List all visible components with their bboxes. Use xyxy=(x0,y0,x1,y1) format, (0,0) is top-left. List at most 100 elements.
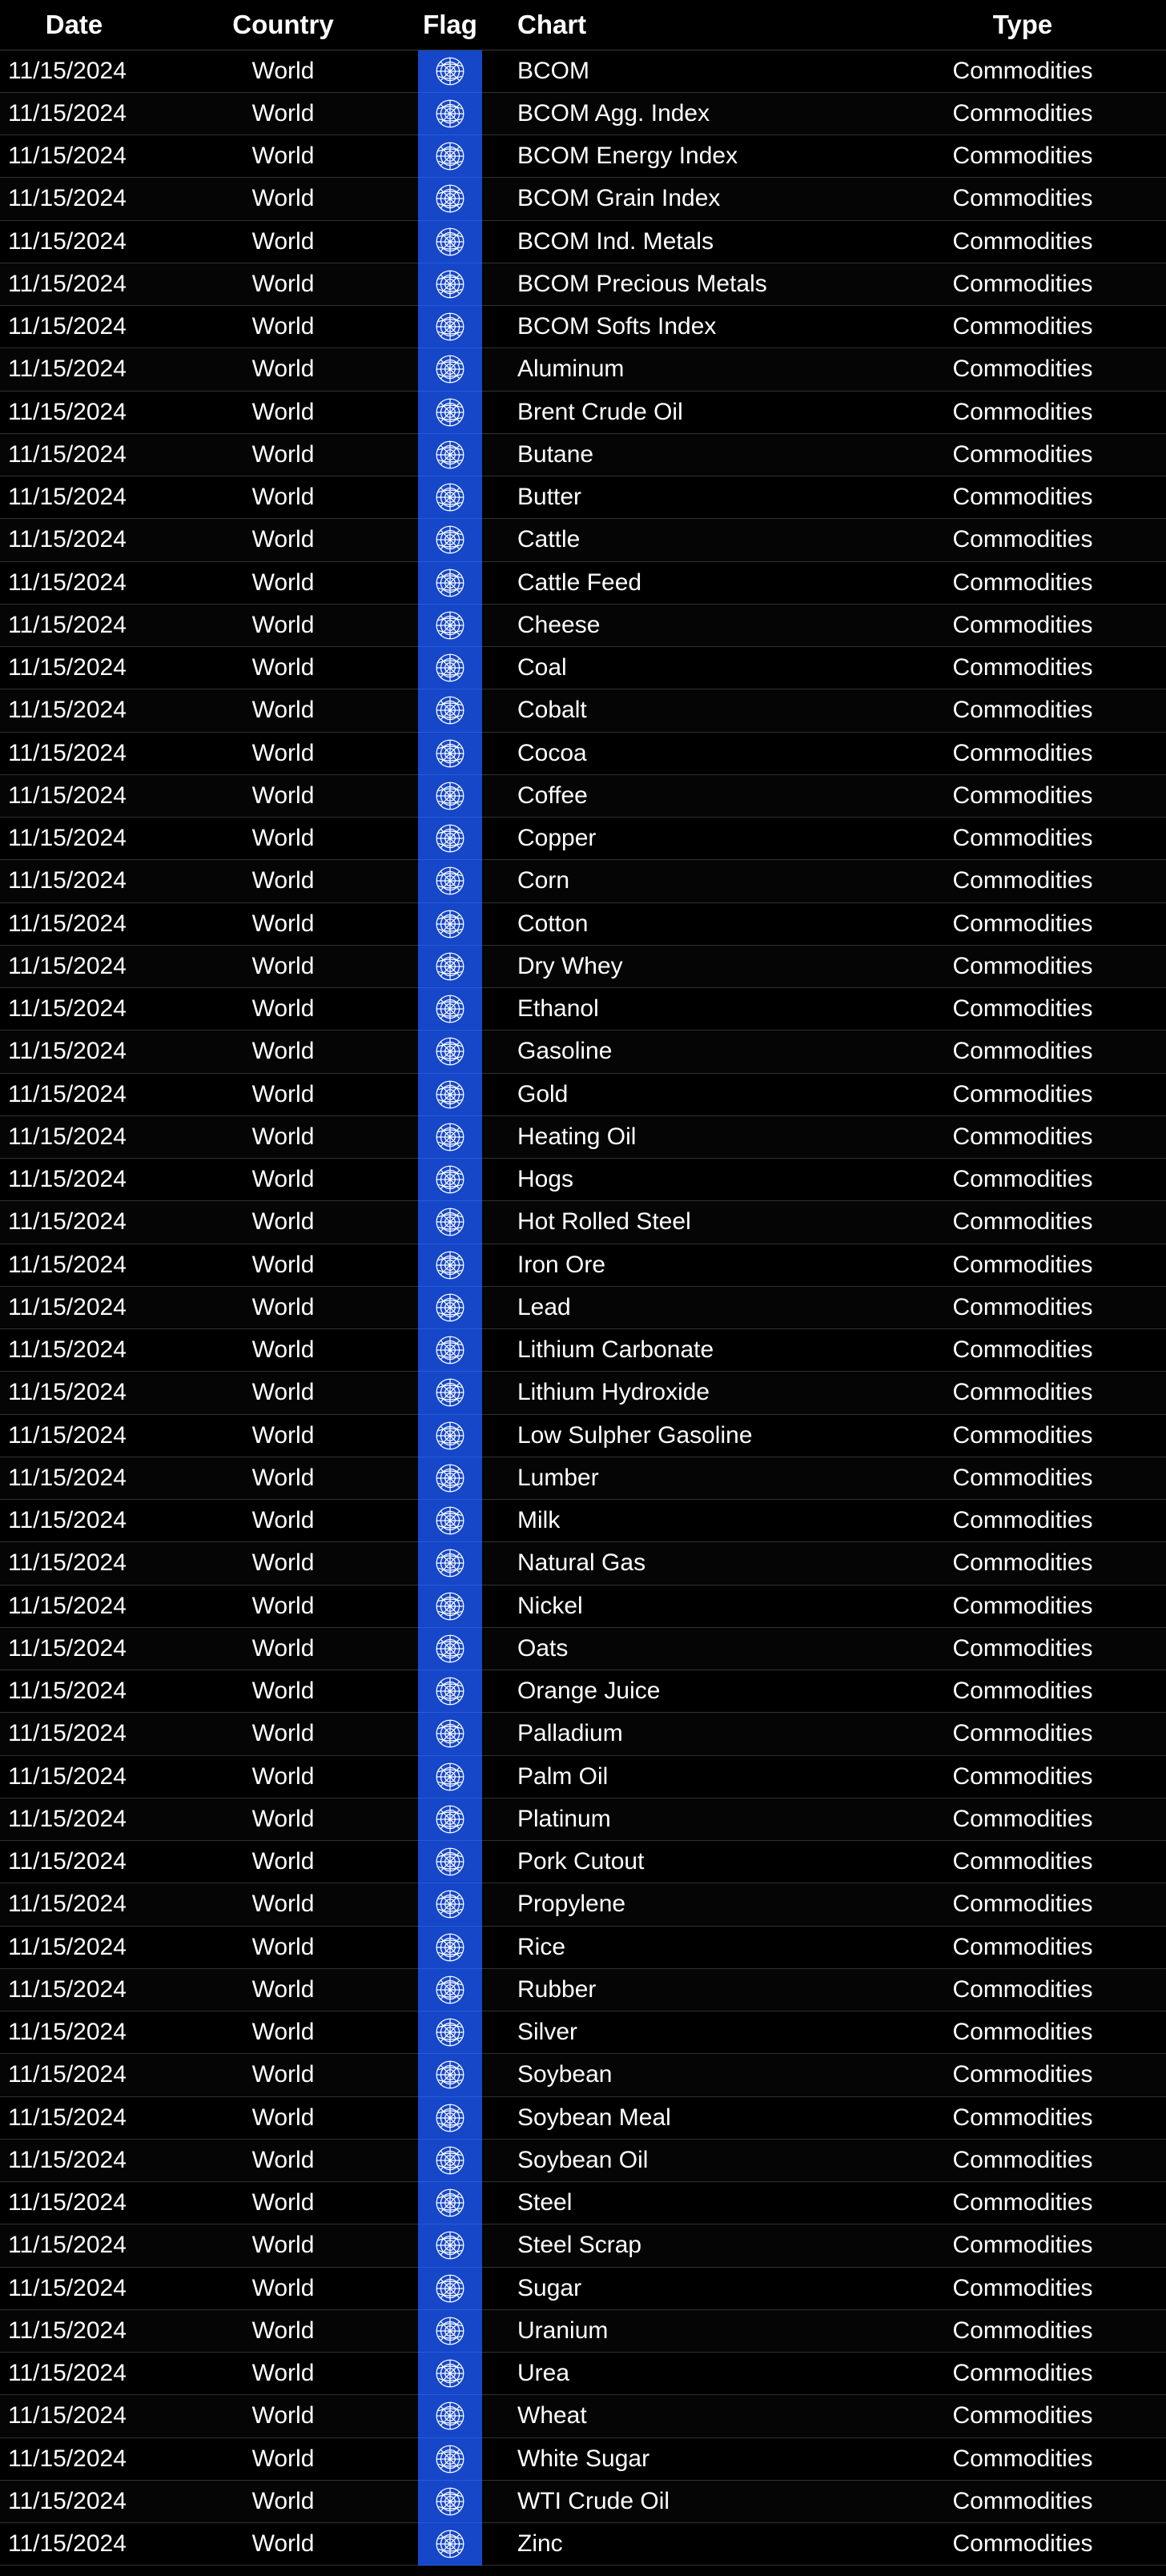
cell-date: 11/15/2024 xyxy=(0,1073,148,1116)
table-row: 11/15/2024 World Hot Rolled Steel Commod… xyxy=(0,1200,1166,1244)
table-row: 11/15/2024 World Soybean Meal Commoditie… xyxy=(0,2096,1166,2140)
cell-type: Commodities xyxy=(879,2267,1166,2310)
cell-flag xyxy=(418,945,482,989)
cell-country: World xyxy=(148,732,418,775)
table-row: 11/15/2024 World Coal Commodities xyxy=(0,646,1166,690)
cell-chart: Butter xyxy=(482,476,879,520)
un-world-emblem-icon xyxy=(436,312,464,341)
cell-chart: Palm Oil xyxy=(482,1755,879,1798)
table-row: 11/15/2024 World Lumber Commodities xyxy=(0,1457,1166,1501)
cell-type: Commodities xyxy=(879,987,1166,1031)
un-world-emblem-icon xyxy=(436,99,464,128)
table-row: 11/15/2024 World Aluminum Commodities xyxy=(0,348,1166,392)
cell-country: World xyxy=(148,1585,418,1628)
cell-chart: Hot Rolled Steel xyxy=(482,1200,879,1244)
un-world-emblem-icon xyxy=(436,1549,464,1577)
cell-flag xyxy=(418,1158,482,1202)
un-world-emblem-icon xyxy=(436,525,464,554)
table-row: 11/15/2024 World Cocoa Commodities xyxy=(0,732,1166,775)
cell-type: Commodities xyxy=(879,1244,1166,1287)
cell-type: Commodities xyxy=(879,1414,1166,1457)
cell-date: 11/15/2024 xyxy=(0,689,148,733)
cell-chart: White Sugar xyxy=(482,2437,879,2481)
table-row: 11/15/2024 World Propylene Commodities xyxy=(0,1883,1166,1927)
cell-date: 11/15/2024 xyxy=(0,220,148,263)
un-world-emblem-icon xyxy=(436,1464,464,1493)
table-row: 11/15/2024 World Pork Cutout Commodities xyxy=(0,1840,1166,1884)
cell-type: Commodities xyxy=(879,1158,1166,1202)
table-row: 11/15/2024 World BCOM Agg. Index Commodi… xyxy=(0,92,1166,136)
cell-date: 11/15/2024 xyxy=(0,177,148,221)
cell-chart: Soybean xyxy=(482,2053,879,2097)
cell-type: Commodities xyxy=(879,604,1166,648)
cell-country: World xyxy=(148,1840,418,1884)
cell-country: World xyxy=(148,92,418,136)
cell-date: 11/15/2024 xyxy=(0,1585,148,1628)
header-chart: Chart xyxy=(482,0,879,50)
cell-type: Commodities xyxy=(879,2011,1166,2055)
un-world-emblem-icon xyxy=(436,1378,464,1407)
cell-type: Commodities xyxy=(879,1030,1166,1074)
cell-flag xyxy=(418,1670,482,1714)
cell-type: Commodities xyxy=(879,2437,1166,2481)
cell-chart: Cheese xyxy=(482,604,879,648)
cell-country: World xyxy=(148,2480,418,2524)
table-row: 11/15/2024 World Zinc Commodities xyxy=(0,2522,1166,2566)
table-row: 11/15/2024 World Cheese Commodities xyxy=(0,604,1166,648)
cell-country: World xyxy=(148,2309,418,2353)
cell-chart: Sugar xyxy=(482,2267,879,2310)
table-row: 11/15/2024 World Copper Commodities xyxy=(0,817,1166,861)
un-world-emblem-icon xyxy=(436,483,464,512)
cell-chart: Zinc xyxy=(482,2522,879,2566)
cell-country: World xyxy=(148,561,418,605)
header-type: Type xyxy=(879,0,1166,50)
cell-date: 11/15/2024 xyxy=(0,2437,148,2481)
table-row: 11/15/2024 World Silver Commodities xyxy=(0,2011,1166,2055)
cell-flag xyxy=(418,348,482,392)
table-row: 11/15/2024 World Cobalt Commodities xyxy=(0,689,1166,733)
table-row: 11/15/2024 World Steel Scrap Commodities xyxy=(0,2224,1166,2268)
cell-country: World xyxy=(148,2394,418,2438)
table-row: 11/15/2024 World Cotton Commodities xyxy=(0,902,1166,946)
cell-chart: Corn xyxy=(482,859,879,903)
table-row: 11/15/2024 World Ethanol Commodities xyxy=(0,987,1166,1031)
cell-country: World xyxy=(148,1541,418,1585)
cell-flag xyxy=(418,92,482,136)
un-world-emblem-icon xyxy=(436,1592,464,1621)
cell-date: 11/15/2024 xyxy=(0,1286,148,1330)
table-row: 11/15/2024 World BCOM Commodities xyxy=(0,50,1166,93)
cell-type: Commodities xyxy=(879,1798,1166,1842)
cell-flag xyxy=(418,305,482,349)
cell-flag xyxy=(418,2309,482,2353)
cell-type: Commodities xyxy=(879,1883,1166,1927)
cell-date: 11/15/2024 xyxy=(0,476,148,520)
cell-chart: BCOM Precious Metals xyxy=(482,263,879,307)
cell-flag xyxy=(418,177,482,221)
un-world-emblem-icon xyxy=(436,1293,464,1322)
cell-country: World xyxy=(148,1968,418,2012)
cell-flag xyxy=(418,1798,482,1842)
table-row: 11/15/2024 World Sugar Commodities xyxy=(0,2267,1166,2310)
cell-flag xyxy=(418,1926,482,1969)
cell-chart: Lithium Carbonate xyxy=(482,1328,879,1372)
cell-chart: Urea xyxy=(482,2352,879,2396)
cell-chart: BCOM Energy Index xyxy=(482,135,879,179)
table-row: 11/15/2024 World BCOM Energy Index Commo… xyxy=(0,135,1166,179)
cell-type: Commodities xyxy=(879,263,1166,307)
table-row: 11/15/2024 World BCOM Ind. Metals Commod… xyxy=(0,220,1166,263)
table-row: 11/15/2024 World Gasoline Commodities xyxy=(0,1030,1166,1074)
cell-country: World xyxy=(148,1883,418,1927)
un-world-emblem-icon xyxy=(436,569,464,597)
un-world-emblem-icon xyxy=(436,611,464,640)
table-row: 11/15/2024 World Dry Whey Commodities xyxy=(0,945,1166,989)
cell-type: Commodities xyxy=(879,348,1166,392)
cell-chart: BCOM Grain Index xyxy=(482,177,879,221)
cell-type: Commodities xyxy=(879,2522,1166,2566)
cell-country: World xyxy=(148,135,418,179)
table-row: 11/15/2024 World Rice Commodities xyxy=(0,1926,1166,1969)
un-world-emblem-icon xyxy=(436,398,464,427)
un-world-emblem-icon xyxy=(436,1336,464,1364)
cell-country: World xyxy=(148,1457,418,1501)
cell-country: World xyxy=(148,1499,418,1543)
cell-chart: Hogs xyxy=(482,1158,879,1202)
